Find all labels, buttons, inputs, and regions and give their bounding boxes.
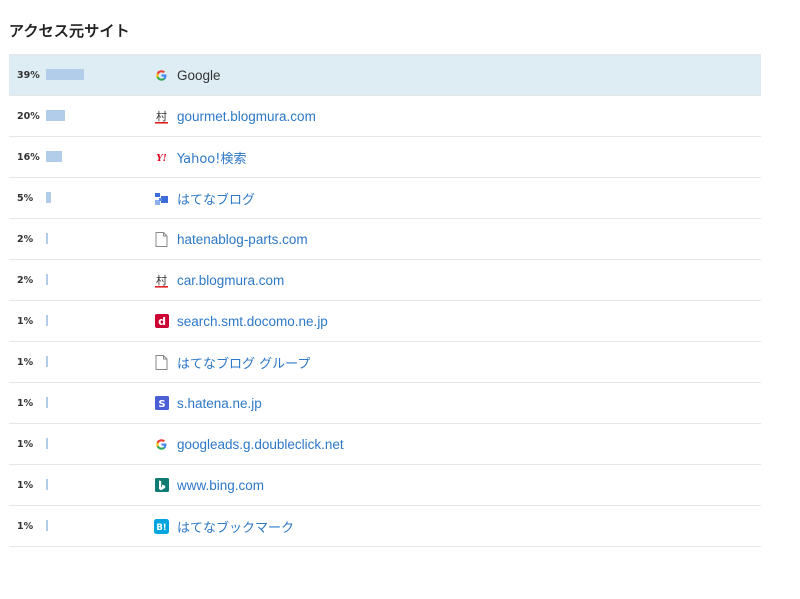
referrer-bar xyxy=(46,192,51,203)
referrer-link[interactable]: hatenablog-parts.com xyxy=(177,232,308,247)
referrer-percent: 1% xyxy=(17,521,34,532)
referrer-percent: 39% xyxy=(17,70,40,81)
bar-track xyxy=(46,520,91,531)
svg-text:B!: B! xyxy=(156,523,166,533)
referrer-bar xyxy=(46,520,48,531)
referrer-percent: 5% xyxy=(17,193,34,204)
referrer-link[interactable]: はてなブックマーク xyxy=(177,517,294,536)
referrer-link[interactable]: car.blogmura.com xyxy=(177,273,284,288)
docomo-icon: d xyxy=(154,314,169,329)
referrer-link[interactable]: Yahoo!検索 xyxy=(177,148,246,167)
referrer-percent: 2% xyxy=(17,234,34,245)
bar-track xyxy=(46,69,91,80)
bing-icon xyxy=(154,478,169,493)
referrer-link[interactable]: はてなブログ xyxy=(177,189,255,208)
hatena-bookmark-icon: B! xyxy=(154,518,169,534)
referrer-site[interactable]: Google xyxy=(154,55,221,95)
referrer-link[interactable]: Google xyxy=(177,68,221,83)
referrer-row[interactable]: 39% Google xyxy=(9,55,761,96)
bar-track xyxy=(46,151,91,162)
referrer-site[interactable]: Y! Yahoo!検索 xyxy=(154,137,246,177)
referrer-link[interactable]: search.smt.docomo.ne.jp xyxy=(177,314,328,329)
bar-track xyxy=(46,110,91,121)
referrer-row[interactable]: 1% googleads.g.doubleclick.net xyxy=(9,424,761,465)
referrer-link[interactable]: gourmet.blogmura.com xyxy=(177,109,316,124)
referrer-site[interactable]: B! はてなブックマーク xyxy=(154,506,294,546)
svg-text:Y!: Y! xyxy=(156,154,166,163)
referrer-link[interactable]: www.bing.com xyxy=(177,478,264,493)
referrer-row[interactable]: 1% d search.smt.docomo.ne.jp xyxy=(9,301,761,342)
blogmura-icon: 村 xyxy=(154,273,169,288)
referrer-row[interactable]: 1% www.bing.com xyxy=(9,465,761,506)
referrer-site[interactable]: 村 gourmet.blogmura.com xyxy=(154,96,316,136)
referrer-link[interactable]: はてなブログ グループ xyxy=(177,353,310,372)
referrer-site[interactable]: はてなブログ xyxy=(154,178,255,218)
referrer-bar xyxy=(46,315,48,326)
referrer-row[interactable]: 2% 村 car.blogmura.com xyxy=(9,260,761,301)
bar-track xyxy=(46,274,91,285)
referrer-row[interactable]: 1% S s.hatena.ne.jp xyxy=(9,383,761,424)
referrer-row[interactable]: 5% はてなブログ xyxy=(9,178,761,219)
referrer-bar xyxy=(46,438,48,449)
google-icon xyxy=(154,68,169,83)
referrer-percent: 1% xyxy=(17,398,34,409)
blogmura-icon: 村 xyxy=(154,109,169,124)
hatena-star-icon: S xyxy=(154,396,169,411)
referrer-row[interactable]: 2% hatenablog-parts.com xyxy=(9,219,761,260)
svg-text:d: d xyxy=(158,315,166,328)
bar-track xyxy=(46,315,91,326)
referrer-row[interactable]: 1% B! はてなブックマーク xyxy=(9,506,761,547)
bar-track xyxy=(46,233,91,244)
referrer-percent: 1% xyxy=(17,439,34,450)
bar-track xyxy=(46,397,91,408)
hatena-blog-icon xyxy=(154,191,169,206)
referrer-percent: 2% xyxy=(17,275,34,286)
referrer-percent: 1% xyxy=(17,480,34,491)
bar-track xyxy=(46,438,91,449)
svg-text:S: S xyxy=(158,399,165,410)
svg-text:村: 村 xyxy=(156,273,167,287)
referrer-bar xyxy=(46,397,48,408)
document-icon xyxy=(154,231,169,247)
referrer-bar xyxy=(46,151,62,162)
referrer-site[interactable]: googleads.g.doubleclick.net xyxy=(154,424,344,464)
bar-track xyxy=(46,479,91,490)
referrer-bar xyxy=(46,110,65,121)
document-icon xyxy=(154,354,169,370)
referrer-list: 39% Google 20% 村 gourmet.blogmura.com 16… xyxy=(9,54,761,547)
referrer-site[interactable]: 村 car.blogmura.com xyxy=(154,260,284,300)
referrer-site[interactable]: d search.smt.docomo.ne.jp xyxy=(154,301,328,341)
referrer-site[interactable]: www.bing.com xyxy=(154,465,264,505)
referrer-link[interactable]: s.hatena.ne.jp xyxy=(177,396,262,411)
referrer-row[interactable]: 16% Y! Yahoo!検索 xyxy=(9,137,761,178)
referrer-link[interactable]: googleads.g.doubleclick.net xyxy=(177,437,344,452)
referrer-site[interactable]: hatenablog-parts.com xyxy=(154,219,308,259)
referrer-percent: 1% xyxy=(17,357,34,368)
yahoo-icon: Y! xyxy=(154,150,169,165)
referrer-percent: 16% xyxy=(17,152,40,163)
bar-track xyxy=(46,192,91,203)
referrer-percent: 1% xyxy=(17,316,34,327)
referrer-bar xyxy=(46,479,48,490)
referrer-row[interactable]: 20% 村 gourmet.blogmura.com xyxy=(9,96,761,137)
referrer-site[interactable]: はてなブログ グループ xyxy=(154,342,310,382)
referrer-bar xyxy=(46,274,48,285)
svg-text:村: 村 xyxy=(156,109,167,123)
page-title: アクセス元サイト xyxy=(9,22,130,40)
bar-track xyxy=(46,356,91,367)
google-icon xyxy=(154,437,169,452)
referrer-bar xyxy=(46,69,84,80)
referrer-row[interactable]: 1% はてなブログ グループ xyxy=(9,342,761,383)
referrer-percent: 20% xyxy=(17,111,40,122)
referrer-bar xyxy=(46,233,48,244)
referrer-site[interactable]: S s.hatena.ne.jp xyxy=(154,383,262,423)
referrer-bar xyxy=(46,356,48,367)
